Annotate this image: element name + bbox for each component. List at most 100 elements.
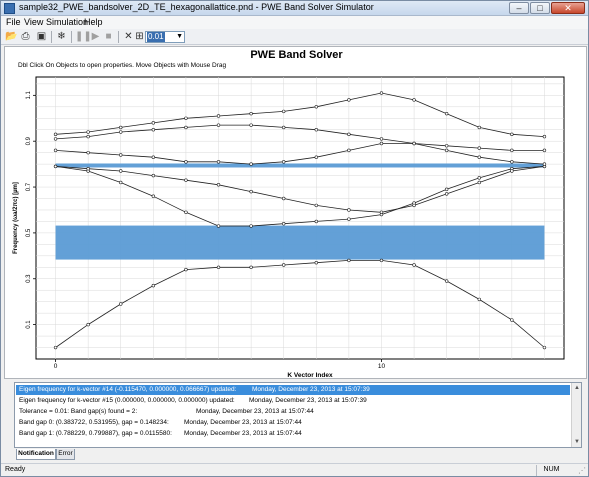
num-lock-indicator: NUM <box>536 465 566 476</box>
menu-view[interactable]: View <box>24 17 43 27</box>
x-axis-label: K Vector Index <box>287 372 333 379</box>
stop-icon[interactable]: ■ <box>102 31 115 43</box>
toolbar-separator <box>51 31 52 43</box>
y-tick-label: 0.9 <box>26 136 32 145</box>
log-message: Band gap 0: (0.383722, 0.531955), gap = … <box>19 419 169 426</box>
data-point <box>444 144 449 148</box>
data-point <box>542 134 547 139</box>
tab-error[interactable]: Error <box>56 449 75 460</box>
y-tick-label: 0.7 <box>26 182 32 191</box>
data-point <box>151 128 156 132</box>
data-point <box>216 183 221 187</box>
data-point <box>249 224 253 228</box>
data-point <box>314 105 318 109</box>
data-point <box>379 91 384 95</box>
data-point <box>542 345 547 350</box>
data-point <box>216 265 221 269</box>
chart-pane[interactable]: PWE Band Solver Dbl Click On Objects to … <box>4 46 587 379</box>
log-row[interactable]: Tolerance = 0.01: Band gap(s) found = 2:… <box>16 407 570 417</box>
log-row[interactable]: Band gap 0: (0.383722, 0.531955), gap = … <box>16 418 570 428</box>
data-point <box>347 98 351 102</box>
scroll-down-icon[interactable]: ▼ <box>573 438 581 446</box>
data-point <box>510 132 514 137</box>
data-point <box>151 121 156 125</box>
menu-help[interactable]: Help <box>84 17 103 27</box>
data-point <box>444 111 449 116</box>
y-tick-label: 0.1 <box>26 320 32 329</box>
tab-notification[interactable]: Notification <box>16 449 56 460</box>
play-icon[interactable]: ▶ <box>89 31 102 43</box>
resize-grip-icon[interactable]: ⋰ <box>578 466 586 475</box>
print-icon[interactable]: ⎙ <box>19 31 32 43</box>
app-icon <box>4 3 15 14</box>
data-point <box>119 302 123 306</box>
y-tick-label: 1.1 <box>26 91 32 100</box>
data-point <box>510 318 514 322</box>
chevron-down-icon[interactable]: ▼ <box>176 33 183 41</box>
log-row[interactable]: Band gap 1: (0.788229, 0.799887), gap = … <box>16 429 570 439</box>
band-gap-0 <box>55 225 545 260</box>
close-button[interactable]: ✕ <box>551 2 585 14</box>
notification-log[interactable]: Eigen frequency for k-vector #14 (-0.115… <box>14 382 582 448</box>
data-point <box>282 222 286 226</box>
data-point <box>184 160 188 164</box>
data-point <box>216 160 221 164</box>
data-point <box>282 263 286 267</box>
data-point <box>477 125 481 130</box>
data-point <box>53 137 58 141</box>
data-point <box>86 322 90 327</box>
data-point <box>412 263 416 267</box>
data-point <box>282 109 286 114</box>
toolbar: 📂 ⎙ ▣ ❄ ❚❚ ▶ ■ ✕ ⊞ 0.01 ▼ <box>1 29 588 45</box>
minimize-button[interactable]: – <box>509 2 529 14</box>
data-point <box>119 169 123 173</box>
data-point <box>53 148 58 153</box>
log-timestamp: Monday, December 23, 2013 at 15:07:44 <box>196 408 314 415</box>
toolbar-separator <box>118 31 119 43</box>
data-point <box>249 265 253 269</box>
log-timestamp: Monday, December 23, 2013 at 15:07:39 <box>249 397 367 404</box>
plot-area <box>35 76 565 360</box>
y-axis-label: Frequency (ωa/2πc) [µm] <box>13 182 19 254</box>
bulb-icon[interactable]: ❄ <box>55 31 68 43</box>
app-window: sample32_PWE_bandsolver_2D_TE_hexagonall… <box>0 0 589 477</box>
data-point <box>216 114 221 118</box>
data-point <box>412 141 416 146</box>
data-point <box>151 173 156 178</box>
log-row[interactable]: Eigen frequency for k-vector #14 (-0.115… <box>16 385 570 395</box>
pause-icon[interactable]: ❚❚ <box>75 31 92 43</box>
data-point <box>119 125 123 130</box>
data-point <box>249 162 253 166</box>
menu-simulation[interactable]: Simulation <box>46 17 88 27</box>
zoom-value: 0.01 <box>147 32 165 42</box>
data-point <box>444 192 449 196</box>
title-bar[interactable]: sample32_PWE_bandsolver_2D_TE_hexagonall… <box>1 1 588 16</box>
data-point <box>347 148 351 153</box>
data-point <box>216 123 221 127</box>
data-point <box>119 153 123 157</box>
data-point <box>542 148 547 153</box>
log-timestamp: Monday, December 23, 2013 at 15:07:44 <box>184 430 302 437</box>
save-icon[interactable]: ▣ <box>35 31 48 43</box>
data-point <box>444 187 449 192</box>
data-point <box>119 180 123 185</box>
scroll-up-icon[interactable]: ▲ <box>573 384 581 392</box>
data-point <box>510 148 514 153</box>
data-point <box>216 224 221 228</box>
zoom-select[interactable]: 0.01 ▼ <box>145 31 185 43</box>
data-point <box>151 283 156 288</box>
data-point <box>412 203 416 208</box>
log-row[interactable]: Eigen frequency for k-vector #15 (0.0000… <box>16 396 570 406</box>
data-point <box>510 169 514 173</box>
data-point <box>314 128 318 132</box>
log-scrollbar[interactable]: ▲ ▼ <box>571 383 581 447</box>
menu-file[interactable]: File <box>6 17 21 27</box>
open-icon[interactable]: 📂 <box>5 31 18 43</box>
band-chart[interactable]: 0 10 0.1 0.3 0.5 0.7 0.9 1.1 K Vector Index Frequ… <box>5 47 588 380</box>
data-point <box>249 123 253 127</box>
data-point <box>314 261 318 265</box>
data-point <box>542 162 547 166</box>
data-point <box>86 130 90 134</box>
data-point <box>184 178 188 182</box>
maximize-button[interactable]: □ <box>530 2 550 14</box>
